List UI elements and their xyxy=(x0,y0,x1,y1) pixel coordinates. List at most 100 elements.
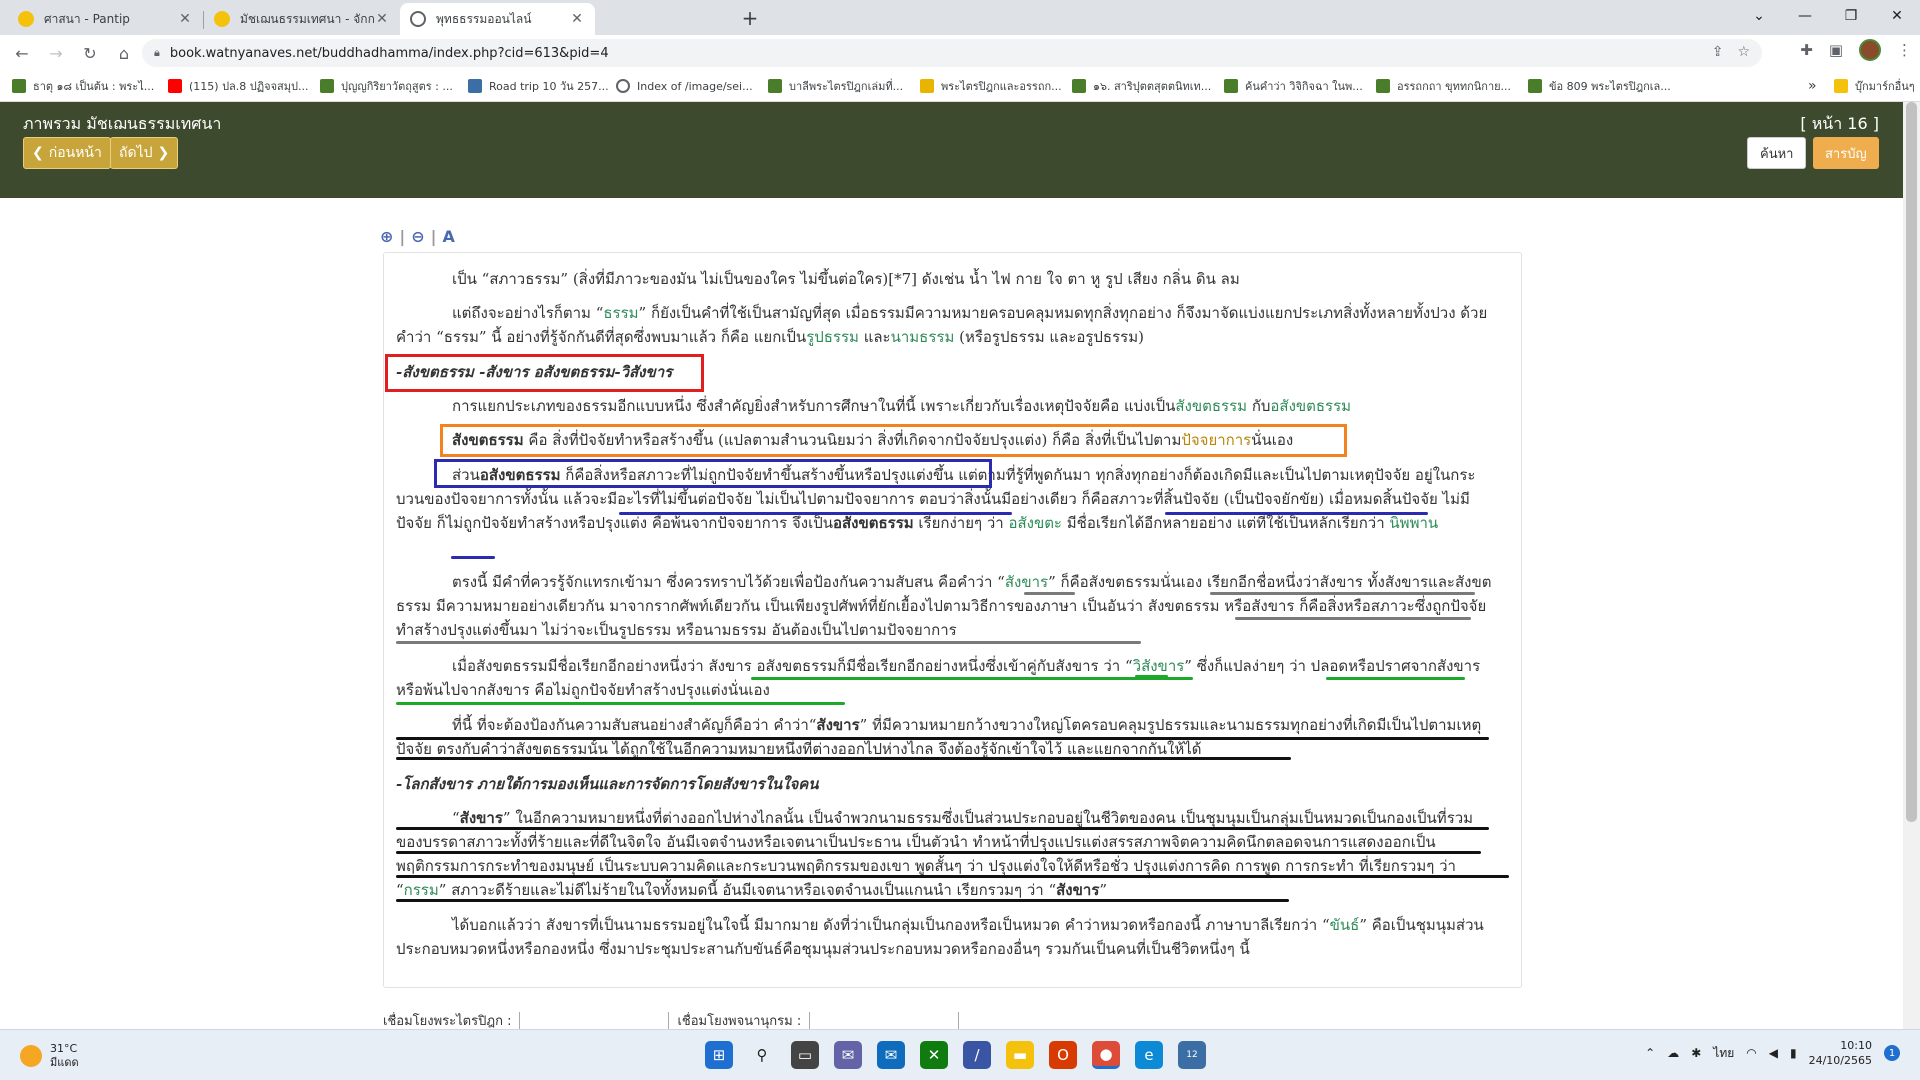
volume-icon[interactable]: ◀ xyxy=(1769,1046,1778,1060)
black-underline xyxy=(396,757,1291,760)
close-tab-icon[interactable]: ✕ xyxy=(569,11,585,27)
term-link[interactable]: รูปธรรม xyxy=(806,328,859,346)
forward-arrow-icon[interactable]: → xyxy=(42,39,70,67)
term-link[interactable]: นิพพาน xyxy=(1389,514,1438,532)
windows-start-icon[interactable]: ⊞ xyxy=(705,1041,733,1069)
network-app-icon[interactable]: ☁ xyxy=(1667,1046,1679,1060)
next-page-button[interactable]: ถัดไป ❯ xyxy=(110,137,179,169)
bookmark-item[interactable]: ๑๖. สาริปุตตสุตตนิทเท... xyxy=(1072,77,1212,95)
page-scrollbar[interactable] xyxy=(1903,102,1920,1029)
term-link[interactable]: อสังขตะ xyxy=(1008,514,1062,532)
term-link[interactable]: ปัจจยาการ xyxy=(1181,431,1251,449)
bookmark-item[interactable]: ค้นคำว่า วิจิกิจฉา ในพ... xyxy=(1224,77,1364,95)
bookmark-favicon-icon xyxy=(1224,79,1238,93)
term-link[interactable]: ธรรม xyxy=(603,304,638,322)
minimize-button[interactable]: — xyxy=(1782,0,1828,32)
text: คือ สิ่งที่ปัจจัยทำหรือสร้างขึ้น (แปลตาม… xyxy=(523,431,1182,449)
tab-search-icon[interactable]: ⌄ xyxy=(1736,0,1782,32)
term-link[interactable]: กรรม xyxy=(404,881,439,899)
bookmark-item[interactable]: Index of /image/sei... xyxy=(616,79,756,93)
bookmark-label: ๑๖. สาริปุตตสุตตนิทเท... xyxy=(1093,80,1212,93)
clock-time: 10:10 xyxy=(1840,1039,1872,1052)
zoom-out-icon[interactable]: ⊖ xyxy=(411,227,424,246)
bookmark-item[interactable]: อรรถกถา ขุททกนิกาย... xyxy=(1376,77,1516,95)
bookmark-star-icon[interactable]: ☆ xyxy=(1737,44,1750,60)
restore-button[interactable]: ❐ xyxy=(1828,0,1874,32)
url-text[interactable]: book.watnyanaves.net/buddhadhamma/index.… xyxy=(170,46,609,61)
tab-pantip[interactable]: ศาสนา - Pantip ✕ xyxy=(8,3,203,35)
profile-avatar[interactable] xyxy=(1859,39,1881,61)
bookmark-label: Road trip 10 วัน 257... xyxy=(489,80,609,93)
term-link[interactable]: ขันธ์ xyxy=(1330,916,1360,934)
xbox-icon[interactable]: ✕ xyxy=(920,1041,948,1069)
back-arrow-icon[interactable]: ← xyxy=(8,39,36,67)
divider: | xyxy=(430,227,437,246)
term-link[interactable]: วิสังขาร xyxy=(1133,657,1185,675)
tab-buddhadhamma-active[interactable]: พุทธธรรมออนไลน์ ✕ xyxy=(400,3,595,35)
side-panel-icon[interactable]: ▣ xyxy=(1829,41,1843,59)
paragraph-10: ได้บอกแล้วว่า สังขารที่เป็นนามธรรมอยู่ใน… xyxy=(396,913,1496,961)
tipitaka-select[interactable] xyxy=(519,1012,670,1029)
close-window-button[interactable]: ✕ xyxy=(1874,0,1920,32)
chevron-up-icon[interactable]: ⌃ xyxy=(1645,1046,1655,1060)
tab-title: มัชเฌนธรรมเทศนา - จักกรัตติสูตร ,หา... xyxy=(240,11,374,26)
close-tab-icon[interactable]: ✕ xyxy=(177,11,193,27)
term-link[interactable]: อสังขตธรรม xyxy=(1270,397,1351,415)
notification-badge[interactable]: 1 xyxy=(1884,1045,1900,1061)
search-button[interactable]: ค้นหา xyxy=(1747,137,1807,169)
wifi-icon[interactable]: ◠ xyxy=(1746,1046,1756,1060)
chrome-icon[interactable]: ● xyxy=(1092,1041,1120,1069)
dictionary-select[interactable] xyxy=(809,1012,960,1029)
term-link[interactable]: นามธรรม xyxy=(891,328,955,346)
battery-icon[interactable]: ▮ xyxy=(1790,1046,1797,1060)
divider: | xyxy=(399,227,406,246)
file-explorer-icon[interactable]: ▬ xyxy=(1006,1041,1034,1069)
bookmark-item[interactable]: ปุญญกิริยาวัตถุสูตร : ... xyxy=(320,77,456,95)
task-view-icon[interactable]: ▭ xyxy=(791,1041,819,1069)
extensions-puzzle-icon[interactable]: ✚ xyxy=(1800,41,1813,59)
reload-icon[interactable]: ↻ xyxy=(76,39,104,67)
home-icon[interactable]: ⌂ xyxy=(110,39,138,67)
new-tab-button[interactable]: + xyxy=(738,6,762,30)
bookmark-label: ธาตุ ๑๘ เป็นต้น : พระไ... xyxy=(33,80,155,93)
text: กับ xyxy=(1247,397,1271,415)
gray-underline xyxy=(1210,592,1475,595)
bluetooth-icon[interactable]: ✱ xyxy=(1691,1046,1701,1060)
paragraph-3: การแยกประเภทของธรรมอีกแบบหนึ่ง ซึ่งสำคัญ… xyxy=(396,394,1496,418)
bookmarks-bar: ธาตุ ๑๘ เป็นต้น : พระไ... (115) ปล.8 ปฏิ… xyxy=(0,71,1920,102)
mail-icon[interactable]: ✉ xyxy=(877,1041,905,1069)
other-bookmarks-folder[interactable]: บุ๊กมาร์กอื่นๆ xyxy=(1834,77,1915,95)
bookmark-item[interactable]: ข้อ 809 พระไตรปิฎกเล... xyxy=(1528,77,1678,95)
zoom-in-icon[interactable]: ⊕ xyxy=(380,227,393,246)
tab-strip: ศาสนา - Pantip ✕ มัชเฌนธรรมเทศนา - จักกร… xyxy=(0,0,1920,35)
green-underline xyxy=(396,702,845,705)
prev-page-button[interactable]: ❮ ก่อนหน้า xyxy=(23,137,111,169)
table-of-contents-button[interactable]: สารบัญ xyxy=(1813,137,1879,169)
scrollbar-thumb[interactable] xyxy=(1906,102,1917,822)
office-icon[interactable]: O xyxy=(1049,1041,1077,1069)
bold-term: สังขาร xyxy=(1056,881,1100,899)
tab-majjhena[interactable]: มัชเฌนธรรมเทศนา - จักกรัตติสูตร ,หา... ✕ xyxy=(204,3,400,35)
address-bar[interactable]: 🔒︎ book.watnyanaves.net/buddhadhamma/ind… xyxy=(142,39,1762,67)
bookmark-item[interactable]: (115) ปล.8 ปฏิจจสมุป... xyxy=(168,77,309,95)
bookmarks-overflow-button[interactable]: » xyxy=(1808,78,1817,94)
menu-kebab-icon[interactable]: ⋮ xyxy=(1897,41,1912,59)
weather-widget[interactable]: 31°C มีแดด xyxy=(20,1042,79,1070)
input-language[interactable]: ไทย xyxy=(1713,1044,1734,1063)
edge-icon[interactable]: e xyxy=(1135,1041,1163,1069)
lock-icon[interactable]: 🔒︎ xyxy=(154,46,160,60)
bookmark-item[interactable]: ธาตุ ๑๘ เป็นต้น : พระไ... xyxy=(12,77,156,95)
teams-chat-icon[interactable]: ✉ xyxy=(834,1041,862,1069)
font-reset-icon[interactable]: A xyxy=(443,227,455,246)
close-tab-icon[interactable]: ✕ xyxy=(374,11,390,27)
share-icon[interactable]: ⇪ xyxy=(1712,44,1724,60)
clock[interactable]: 10:10 24/10/2565 xyxy=(1809,1038,1872,1068)
term-link[interactable]: สังขาร xyxy=(1005,573,1048,591)
app-with-badge-icon[interactable]: 12 xyxy=(1178,1041,1206,1069)
bookmark-item[interactable]: พระไตรปิฎกและอรรถก... xyxy=(920,77,1062,95)
bookmark-item[interactable]: บาลีพระไตรปิฎกเล่มที่... xyxy=(768,77,908,95)
bookmark-item[interactable]: Road trip 10 วัน 257... xyxy=(468,77,609,95)
term-link[interactable]: สังขตธรรม xyxy=(1175,397,1247,415)
search-icon[interactable]: ⚲ xyxy=(748,1041,776,1069)
math-app-icon[interactable]: ∕ xyxy=(963,1041,991,1069)
